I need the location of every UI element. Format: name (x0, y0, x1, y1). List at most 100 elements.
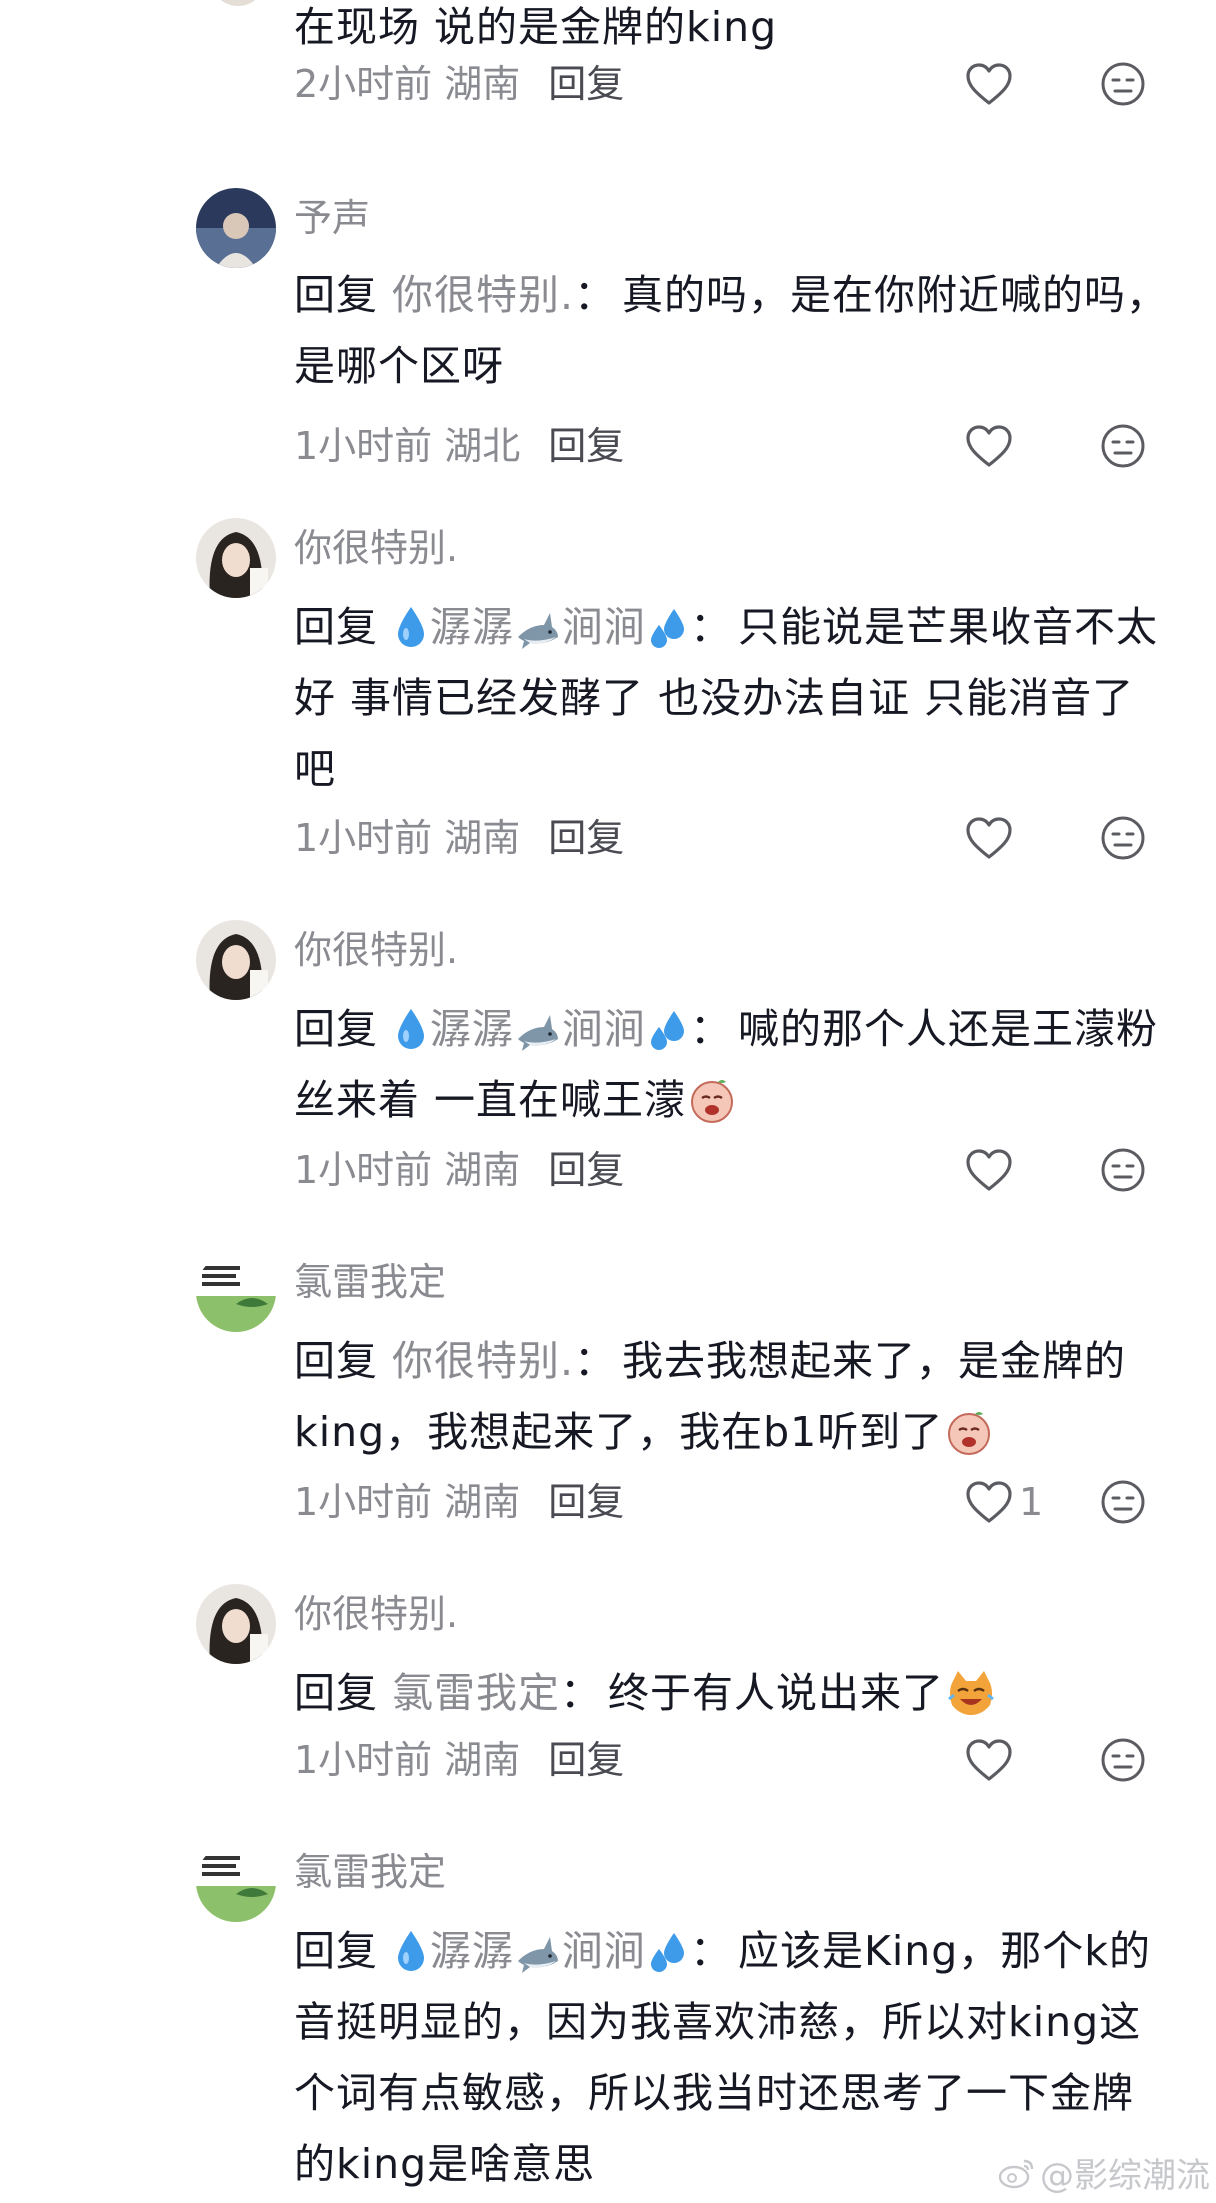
like-button[interactable] (965, 1734, 1013, 1786)
like-button[interactable] (965, 420, 1013, 472)
reply-target[interactable]: 潺潺 涧涧 (392, 1005, 690, 1053)
reply-prefix: 回复 (294, 271, 378, 319)
colon: ： (574, 271, 617, 319)
shark-emoji (518, 1937, 558, 1973)
avatar[interactable] (196, 920, 276, 1000)
colon: ： (574, 1337, 617, 1385)
comment-text: 回复 你很特别.： 真的吗，是在你附近喊的吗，是哪个区呀 (294, 260, 1174, 402)
reply-target-part: 涧涧 (562, 1005, 646, 1053)
reply-prefix: 回复 (294, 1337, 378, 1385)
comment-username[interactable]: 氯雷我定 (294, 1846, 446, 1898)
sweat-droplets-emoji (651, 1933, 684, 1972)
comment-time: 1小时前 (294, 816, 433, 860)
dislike-button[interactable] (1100, 815, 1146, 861)
heart-outline-icon (966, 1481, 1012, 1523)
reply-button[interactable]: 回复 (548, 424, 624, 468)
colon: ： (690, 1005, 732, 1053)
comment-region: 湖北 (444, 424, 521, 468)
comment-meta: 1小时前 湖南 回复 (294, 812, 624, 864)
like-button[interactable] (965, 58, 1013, 110)
comment-region: 湖南 (444, 1480, 521, 1524)
sweat-droplets-emoji (651, 1011, 684, 1050)
comment-username[interactable]: 你很特别. (294, 924, 458, 976)
heart-outline-icon (966, 63, 1012, 105)
dislike-button[interactable] (1100, 1147, 1146, 1193)
avatar[interactable] (196, 1842, 276, 1922)
reply-target[interactable]: 潺潺 涧涧 (392, 603, 690, 651)
heart-outline-icon (966, 1149, 1012, 1191)
like-button[interactable] (965, 1144, 1013, 1196)
heart-outline-icon (966, 1739, 1012, 1781)
reply-prefix: 回复 (294, 1669, 378, 1717)
watermark: @影综潮流 (998, 2148, 1210, 2197)
comment-time: 1小时前 (294, 1738, 433, 1782)
dislike-button[interactable] (1100, 61, 1146, 107)
reply-button[interactable]: 回复 (548, 816, 624, 860)
crying-face-sticker (948, 1412, 991, 1455)
reply-target[interactable]: 氯雷我定 (392, 1669, 560, 1717)
comment-username[interactable]: 你很特别. (294, 522, 458, 574)
comment-text: 回复 潺潺 涧涧：只能说是芒果收音不太好 事情已经发酵了 也没办法自证 只能消音了吧 (294, 592, 1174, 805)
comment-username[interactable]: 氯雷我定 (294, 1256, 446, 1308)
reply-button[interactable]: 回复 (548, 1148, 624, 1192)
weibo-logo-icon (998, 2159, 1034, 2188)
reply-target-part: 潺潺 (430, 1927, 514, 1975)
comment-username[interactable]: 予声 (294, 192, 370, 244)
like-button[interactable] (965, 812, 1013, 864)
reply-prefix: 回复 (294, 1927, 378, 1975)
reply-target[interactable]: 你很特别. (392, 271, 574, 319)
comment-time: 1小时前 (294, 1148, 433, 1192)
water-drop-emoji (398, 1931, 424, 1971)
reply-prefix: 回复 (294, 1005, 378, 1053)
reply-button[interactable]: 回复 (548, 1480, 624, 1524)
reply-button[interactable]: 回复 (548, 1738, 624, 1782)
reply-target-part: 潺潺 (430, 1005, 514, 1053)
avatar[interactable] (196, 518, 276, 598)
reply-body: 终于有人说出来了 (608, 1669, 944, 1717)
meh-face-icon (1101, 816, 1145, 860)
meh-face-icon (1101, 1480, 1145, 1524)
comment-meta: 2小时前 湖南 回复 (294, 58, 624, 110)
comment-meta: 1小时前 湖南 回复 (294, 1734, 624, 1786)
laughing-cat-sticker (948, 1671, 994, 1715)
comment-text: 回复 氯雷我定： 终于有人说出来了 (294, 1658, 1174, 1729)
crying-face-sticker (691, 1080, 734, 1123)
comment-username[interactable]: 你很特别. (294, 1588, 458, 1640)
comment-time: 1小时前 (294, 424, 433, 468)
dislike-button[interactable] (1100, 423, 1146, 469)
colon: ： (690, 603, 732, 651)
comment-region: 湖南 (444, 816, 521, 860)
comment-meta: 1小时前 湖南 回复 (294, 1476, 624, 1528)
comment-text: 回复 潺潺 涧涧：喊的那个人还是王濛粉丝来着 一直在喊王濛 (294, 994, 1174, 1136)
avatar[interactable] (196, 1584, 276, 1664)
reply-button[interactable]: 回复 (548, 62, 624, 106)
colon: ： (690, 1927, 732, 1975)
comment-text: 回复 你很特别.： 我去我想起来了，是金牌的king，我想起来了，我在b1听到了 (294, 1326, 1174, 1468)
reply-target[interactable]: 你很特别. (392, 1337, 574, 1385)
meh-face-icon (1101, 424, 1145, 468)
dislike-button[interactable] (1100, 1479, 1146, 1525)
like-count: 1 (1019, 1480, 1044, 1524)
reply-prefix: 回复 (294, 603, 378, 651)
reply-target-part: 涧涧 (562, 603, 646, 651)
avatar[interactable] (196, 1252, 276, 1332)
comment-text: 在现场 说的是金牌的king (294, 3, 778, 51)
reply-target-part: 涧涧 (562, 1927, 646, 1975)
reply-target-part: 潺潺 (430, 603, 514, 651)
reply-target[interactable]: 潺潺 涧涧 (392, 1927, 690, 1975)
meh-face-icon (1101, 62, 1145, 106)
dislike-button[interactable] (1100, 1737, 1146, 1783)
watermark-text: @影综潮流 (1040, 2156, 1210, 2196)
comment-meta: 1小时前 湖南 回复 (294, 1144, 624, 1196)
sweat-droplets-emoji (651, 609, 684, 648)
heart-outline-icon (966, 817, 1012, 859)
shark-emoji (518, 613, 558, 649)
water-drop-emoji (398, 1009, 424, 1049)
like-button[interactable]: 1 (965, 1476, 1043, 1528)
meh-face-icon (1101, 1148, 1145, 1192)
avatar-partial[interactable] (210, 0, 266, 6)
heart-outline-icon (966, 425, 1012, 467)
comment-region: 湖南 (444, 1738, 521, 1782)
avatar[interactable] (196, 188, 276, 268)
comment-region: 湖南 (444, 1148, 521, 1192)
